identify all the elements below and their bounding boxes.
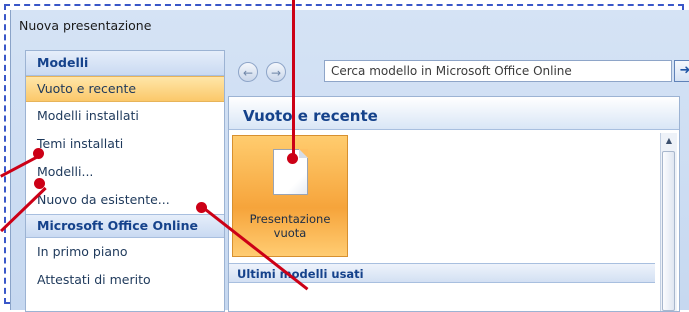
annotation-dot [34,178,45,189]
scroll-up-icon[interactable]: ▲ [661,136,677,145]
search-toolbar: ← → ➜ [228,50,689,90]
sidebar-item-modelli[interactable]: Modelli... [26,158,224,186]
back-arrow-icon[interactable]: ← [238,62,258,82]
sidebar-section-office-online: Microsoft Office Online [26,214,224,238]
gallery-header: Vuoto e recente [229,97,679,130]
search-go-button[interactable]: ➜ [674,60,689,82]
tile-label: Presentazione vuota [233,212,347,240]
search-input[interactable] [324,60,672,82]
templates-sidebar: Modelli Vuoto e recente Modelli installa… [25,50,225,312]
sidebar-item-attestati-di-merito[interactable]: Attestati di merito [26,266,224,294]
sidebar-item-nuovo-da-esistente[interactable]: Nuovo da esistente... [26,186,224,214]
forward-arrow-icon[interactable]: → [266,62,286,82]
tile-label-line2: vuota [273,226,307,240]
annotation-dot [196,202,207,213]
annotation-dot [287,153,298,164]
sidebar-item-temi-installati[interactable]: Temi installati [26,130,224,158]
window-title: Nuova presentazione [19,18,152,33]
annotation-line [292,0,295,158]
gallery-scrollbar[interactable]: ▲ [660,133,677,311]
sidebar-header: Modelli [26,51,224,76]
arrow-right-icon: ➜ [679,63,689,78]
tile-label-line1: Presentazione [249,212,331,226]
scroll-thumb[interactable] [662,151,675,311]
sidebar-item-vuoto-e-recente[interactable]: Vuoto e recente [26,76,224,102]
sidebar-item-modelli-installati[interactable]: Modelli installati [26,102,224,130]
annotation-dot [33,148,44,159]
sidebar-item-in-primo-piano[interactable]: In primo piano [26,238,224,266]
